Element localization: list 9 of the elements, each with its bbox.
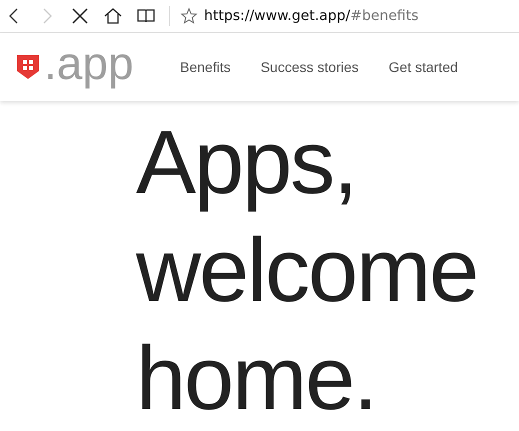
nav-link[interactable]: Get started [388,59,458,75]
home-icon[interactable] [103,6,123,26]
star-icon[interactable] [180,7,198,25]
hero-heading: Apps, welcome home. [136,112,478,431]
address-bar[interactable]: https://www.get.app/#benefits [204,8,419,24]
nav-link[interactable]: Success stories [260,59,359,75]
shield-logo-icon [16,54,40,80]
close-icon[interactable] [70,6,90,26]
nav-link[interactable]: Benefits [180,59,231,75]
